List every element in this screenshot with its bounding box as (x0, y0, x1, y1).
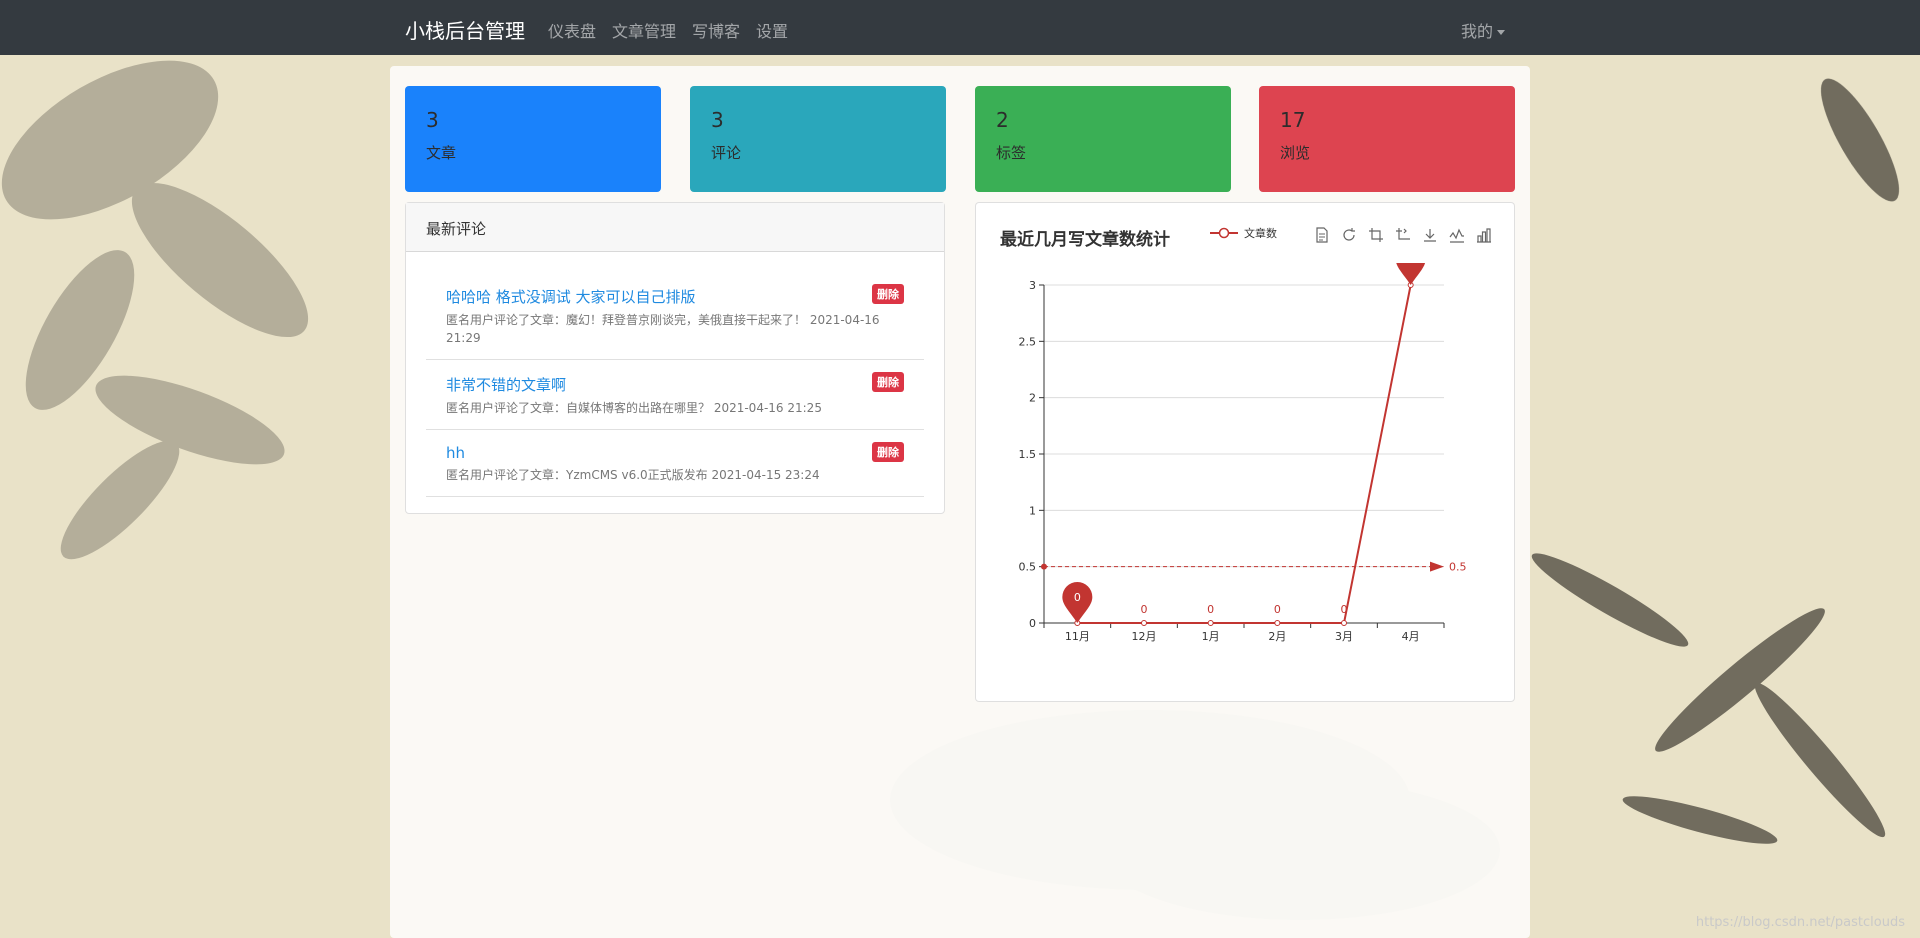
comment-title-link[interactable]: 非常不错的文章啊 (446, 374, 904, 395)
data-point (1141, 620, 1147, 626)
zoom-icon[interactable] (1368, 227, 1384, 243)
nav-write-blog[interactable]: 写博客 (692, 18, 740, 42)
stat-card-tags[interactable]: 2 标签 (975, 86, 1231, 192)
chart-title: 最近几月写文章数统计 (1000, 230, 1170, 250)
line-chart-icon[interactable] (1449, 227, 1465, 243)
stat-card-comments[interactable]: 3 评论 (690, 86, 946, 192)
stat-value: 17 (1280, 108, 1306, 132)
top-navbar: 小栈后台管理 仪表盘 文章管理 写博客 设置 我的 (0, 0, 1920, 55)
user-menu-label: 我的 (1461, 22, 1494, 41)
markline-arrow (1430, 561, 1444, 572)
latest-comments-card: 最新评论 哈哈哈 格式没调试 大家可以自己排版 匿名用户评论了文章：魔幻！拜登普… (405, 202, 945, 514)
stat-label: 标签 (996, 144, 1027, 162)
user-menu-dropdown[interactable]: 我的 (1461, 18, 1506, 42)
nav-dashboard[interactable]: 仪表盘 (548, 18, 596, 42)
markline-start-dot (1041, 563, 1047, 570)
chart-toolbox (1314, 227, 1492, 243)
restore-icon[interactable] (1341, 227, 1357, 243)
data-label: 0 (1341, 603, 1348, 616)
x-tick-label: 1月 (1202, 630, 1220, 643)
data-label: 0 (1274, 603, 1281, 616)
article-stats-chart-card: 最近几月写文章数统计 文章数 0 0.5 1 1.5 2 2.5 3 11月 12月 1月 2月 3月… (975, 202, 1515, 702)
save-image-icon[interactable] (1422, 227, 1438, 243)
y-tick-label: 1.5 (1019, 448, 1037, 461)
chevron-down-icon (1497, 30, 1506, 35)
comment-meta: 匿名用户评论了文章：自媒体博客的出路在哪里？ 2021-04-16 21:25 (446, 401, 822, 415)
markline-label: 0.5 (1449, 561, 1467, 574)
data-point (1341, 620, 1347, 626)
x-tick-label: 4月 (1402, 630, 1420, 643)
nav-settings[interactable]: 设置 (756, 18, 788, 42)
stat-card-articles[interactable]: 3 文章 (405, 86, 661, 192)
stat-card-views[interactable]: 17 浏览 (1259, 86, 1515, 192)
y-tick-label: 0 (1029, 617, 1036, 630)
legend-line-icon (1210, 227, 1238, 239)
data-point (1207, 620, 1214, 626)
data-view-icon[interactable] (1314, 227, 1330, 243)
comment-list: 哈哈哈 格式没调试 大家可以自己排版 匿名用户评论了文章：魔幻！拜登普京刚谈完，… (406, 252, 944, 497)
comment-meta: 匿名用户评论了文章：魔幻！拜登普京刚谈完，美俄直接干起来了！ 2021-04-1… (446, 313, 880, 345)
bar-chart-icon[interactable] (1476, 227, 1492, 243)
x-tick-label: 11月 (1065, 630, 1090, 643)
stat-label: 评论 (711, 144, 742, 162)
brand-title[interactable]: 小栈后台管理 (405, 15, 525, 44)
y-tick-label: 1 (1029, 504, 1036, 517)
stat-value: 3 (426, 108, 439, 132)
max-markpoint (1396, 263, 1426, 285)
comment-item: 非常不错的文章啊 匿名用户评论了文章：自媒体博客的出路在哪里？ 2021-04-… (426, 360, 924, 430)
delete-button[interactable]: 删除 (872, 442, 904, 462)
delete-button[interactable]: 删除 (872, 372, 904, 392)
chart-legend-item[interactable]: 文章数 (1210, 225, 1277, 241)
nav-links: 仪表盘 文章管理 写博客 设置 (548, 18, 788, 42)
comment-item: hh 匿名用户评论了文章：YzmCMS v6.0正式版发布 2021-04-15… (426, 430, 924, 497)
x-tick-label: 12月 (1132, 630, 1157, 643)
main-container: 3 文章 3 评论 2 标签 17 浏览 最新评论 哈哈哈 格式没调试 大家可以… (390, 66, 1530, 938)
comment-title-link[interactable]: hh (446, 444, 904, 462)
nav-article-manage[interactable]: 文章管理 (612, 18, 676, 42)
y-tick-label: 2 (1029, 392, 1036, 405)
delete-button[interactable]: 删除 (872, 284, 904, 304)
data-point (1274, 620, 1281, 626)
stat-label: 文章 (426, 144, 457, 162)
card-header: 最新评论 (406, 203, 944, 252)
stat-value: 3 (711, 108, 724, 132)
x-tick-label: 2月 (1268, 630, 1286, 643)
stat-label: 浏览 (1280, 144, 1311, 162)
comment-title-link[interactable]: 哈哈哈 格式没调试 大家可以自己排版 (446, 286, 904, 307)
y-tick-label: 0.5 (1019, 561, 1037, 574)
y-tick-label: 2.5 (1019, 335, 1037, 348)
x-tick-label: 3月 (1335, 630, 1353, 643)
line-chart: 0 0.5 1 1.5 2 2.5 3 11月 12月 1月 2月 3月 4月 0.5 0 0 0 0 0 3 (1019, 263, 1467, 643)
min-markpoint-label: 0 (1074, 591, 1081, 604)
legend-label: 文章数 (1244, 227, 1277, 240)
data-label: 0 (1141, 603, 1148, 616)
watermark-text: https://blog.csdn.net/pastclouds (1695, 915, 1905, 930)
comment-item: 哈哈哈 格式没调试 大家可以自己排版 匿名用户评论了文章：魔幻！拜登普京刚谈完，… (426, 272, 924, 360)
comment-meta: 匿名用户评论了文章：YzmCMS v6.0正式版发布 2021-04-15 23… (446, 468, 820, 482)
max-markpoint-label: 3 (1407, 263, 1414, 266)
y-tick-label: 3 (1029, 279, 1036, 292)
data-label: 0 (1207, 603, 1214, 616)
zoom-reset-icon[interactable] (1395, 227, 1411, 243)
stat-value: 2 (996, 108, 1009, 132)
